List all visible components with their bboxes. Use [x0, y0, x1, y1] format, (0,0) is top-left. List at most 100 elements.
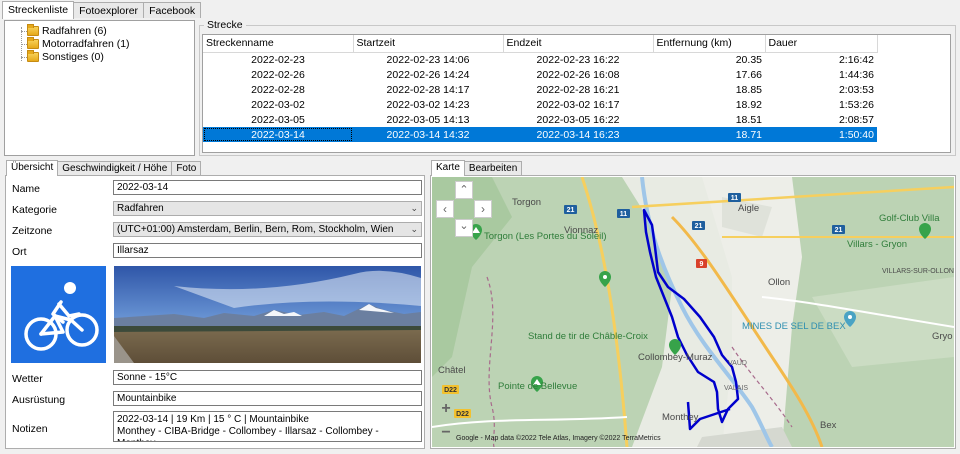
- place-label: Monthey: [662, 412, 699, 423]
- detail-tab-bar: Übersicht Geschwindigkeit / Höhe Foto: [6, 160, 202, 176]
- cell-dauer: 2:16:42: [838, 53, 874, 66]
- route-map[interactable]: 21 11 11 21 21 9 D22 D22 Torgon Torgon (…: [432, 177, 954, 447]
- tab-foto[interactable]: Foto: [171, 161, 202, 175]
- table-row[interactable]: 2022-02-26 2022-02-26 14:24 2022-02-26 1…: [203, 67, 877, 82]
- pan-left-icon[interactable]: ‹: [436, 200, 454, 218]
- road-badge-label: 21: [567, 207, 575, 214]
- column-header-endzeit[interactable]: Endzeit: [503, 35, 654, 53]
- cell-streckenname: 2022-03-02: [251, 98, 305, 111]
- place-label: Stand de tir de Châble-Croix: [528, 331, 648, 342]
- tab-karte[interactable]: Karte: [431, 160, 465, 176]
- ort-field[interactable]: Illarsaz: [113, 243, 422, 258]
- zeitzone-selected-value: (UTC+01:00) Amsterdam, Berlin, Bern, Rom…: [117, 224, 394, 235]
- name-field[interactable]: 2022-03-14: [113, 180, 422, 195]
- table-row[interactable]: 2022-03-05 2022-03-05 14:13 2022-03-05 1…: [203, 112, 877, 127]
- cell-entfernung: 18.92: [735, 98, 762, 111]
- tree-item-label: Radfahren (6): [42, 24, 107, 37]
- cell-streckenname: 2022-03-14: [203, 127, 353, 142]
- place-label: Ollon: [768, 277, 790, 288]
- tab-facebook[interactable]: Facebook: [143, 2, 202, 18]
- folder-icon: [27, 36, 39, 49]
- pan-up-icon[interactable]: ⌃: [455, 181, 473, 199]
- kategorie-selected-value: Radfahren: [117, 203, 164, 214]
- chevron-down-icon: ⌄: [410, 203, 418, 213]
- tab-geschwindigkeit-hoehe[interactable]: Geschwindigkeit / Höhe: [57, 161, 173, 175]
- place-label: VALAIS: [724, 385, 748, 392]
- road-badge-label: 21: [835, 227, 843, 234]
- place-label: Vionnaz: [564, 225, 598, 236]
- cell-dauer: 1:50:40: [765, 127, 877, 142]
- tab-uebersicht[interactable]: Übersicht: [6, 160, 59, 176]
- cell-entfernung: 18.85: [735, 83, 762, 96]
- mountainbike-category-icon: [11, 266, 106, 363]
- bike-icon: [24, 282, 99, 351]
- tree-item-sonstiges[interactable]: Sonstiges (0): [27, 49, 194, 63]
- pan-down-icon[interactable]: ⌄: [455, 219, 473, 237]
- ausruestung-label: Ausrüstung: [12, 394, 66, 406]
- notizen-textarea[interactable]: 2022-03-14 | 19 Km | 15 ° C | Mountainbi…: [113, 411, 422, 442]
- table-row[interactable]: 2022-02-23 2022-02-23 14:06 2022-02-23 1…: [203, 52, 877, 67]
- place-label: Châtel: [438, 365, 465, 376]
- table-row[interactable]: 2022-03-02 2022-03-02 14:23 2022-03-02 1…: [203, 97, 877, 112]
- cell-dauer: 2:08:57: [838, 113, 874, 126]
- cell-entfernung: 18.71: [653, 127, 765, 142]
- cell-streckenname: 2022-02-23: [251, 53, 305, 66]
- cell-entfernung: 20.35: [735, 53, 762, 66]
- cell-endzeit: 2022-03-02 16:17: [536, 98, 620, 111]
- cell-startzeit: 2022-02-23 14:06: [386, 53, 470, 66]
- tab-streckenliste[interactable]: Streckenliste: [2, 1, 75, 19]
- cell-endzeit: 2022-02-28 16:21: [536, 83, 620, 96]
- tab-bearbeiten[interactable]: Bearbeiten: [463, 161, 523, 175]
- cell-dauer: 1:44:36: [838, 68, 874, 81]
- pan-right-icon[interactable]: ›: [474, 200, 492, 218]
- route-photo[interactable]: [114, 266, 421, 363]
- place-label: Golf-Club Villa: [879, 213, 940, 224]
- road-badge-label: 11: [620, 211, 628, 218]
- zeitzone-select[interactable]: (UTC+01:00) Amsterdam, Berlin, Bern, Rom…: [113, 222, 422, 237]
- cell-entfernung: 17.66: [735, 68, 762, 81]
- map-canvas: 21 11 11 21 21 9 D22 D22 Torgon Torgon (…: [432, 177, 954, 447]
- top-tab-bar: Streckenliste Fotoexplorer Facebook: [2, 1, 202, 19]
- ausruestung-field[interactable]: Mountainbike: [113, 391, 422, 406]
- table-row-selected[interactable]: 2022-03-14 2022-03-14 14:32 2022-03-14 1…: [203, 127, 877, 142]
- column-header-dauer[interactable]: Dauer: [765, 35, 878, 53]
- cell-startzeit: 2022-03-14 14:32: [353, 127, 503, 142]
- cell-endzeit: 2022-02-26 16:08: [536, 68, 620, 81]
- cell-startzeit: 2022-03-02 14:23: [386, 98, 470, 111]
- cell-entfernung: 18.51: [735, 113, 762, 126]
- place-label: VAUD: [728, 360, 747, 367]
- tab-fotoexplorer[interactable]: Fotoexplorer: [73, 2, 145, 18]
- column-header-entfernung[interactable]: Entfernung (km): [653, 35, 766, 53]
- road-badge-label: 21: [695, 223, 703, 230]
- notizen-line: 2022-03-14 | 19 Km | 15 ° C | Mountainbi…: [117, 414, 309, 425]
- table-row[interactable]: 2022-02-28 2022-02-28 14:17 2022-02-28 1…: [203, 82, 877, 97]
- notizen-line: Monthey - CIBA-Bridge - Collombey - Illa…: [117, 426, 379, 441]
- cell-streckenname: 2022-03-05: [251, 113, 305, 126]
- place-label: Pointe de Bellevue: [498, 381, 577, 392]
- kategorie-select[interactable]: Radfahren ⌄: [113, 201, 422, 216]
- place-label: Aigle: [738, 203, 759, 214]
- column-header-streckenname[interactable]: Streckenname: [203, 35, 354, 53]
- wetter-field[interactable]: Sonne - 15°C: [113, 370, 422, 385]
- place-label: MINES DE SEL DE BEX: [742, 321, 846, 332]
- zoom-out-button[interactable]: −: [435, 423, 457, 443]
- landscape-photo-image: [114, 266, 421, 363]
- kategorie-label: Kategorie: [12, 204, 57, 216]
- notizen-label: Notizen: [12, 423, 48, 435]
- column-header-startzeit[interactable]: Startzeit: [353, 35, 504, 53]
- tree-item-label: Motorradfahren (1): [42, 37, 130, 50]
- zoom-in-button[interactable]: +: [435, 399, 457, 419]
- tree-item-motorradfahren[interactable]: Motorradfahren (1): [27, 36, 194, 50]
- map-pan-control: ⌃ ‹ › ⌄: [436, 181, 492, 237]
- strecke-table: Streckenname Startzeit Endzeit Entfernun…: [202, 34, 951, 153]
- zeitzone-label: Zeitzone: [12, 225, 53, 237]
- table-header-row: Streckenname Startzeit Endzeit Entfernun…: [203, 35, 878, 53]
- road-badge-label: 11: [731, 195, 739, 202]
- folder-icon: [27, 49, 39, 62]
- road-badge-label: D22: [456, 411, 469, 418]
- chevron-down-icon: ⌄: [410, 224, 418, 234]
- tree-item-radfahren[interactable]: Radfahren (6): [27, 23, 194, 37]
- map-attribution: Google - Map data ©2022 Tele Atlas, Imag…: [456, 434, 661, 442]
- place-label: Torgon: [512, 197, 541, 208]
- ort-label: Ort: [12, 246, 27, 258]
